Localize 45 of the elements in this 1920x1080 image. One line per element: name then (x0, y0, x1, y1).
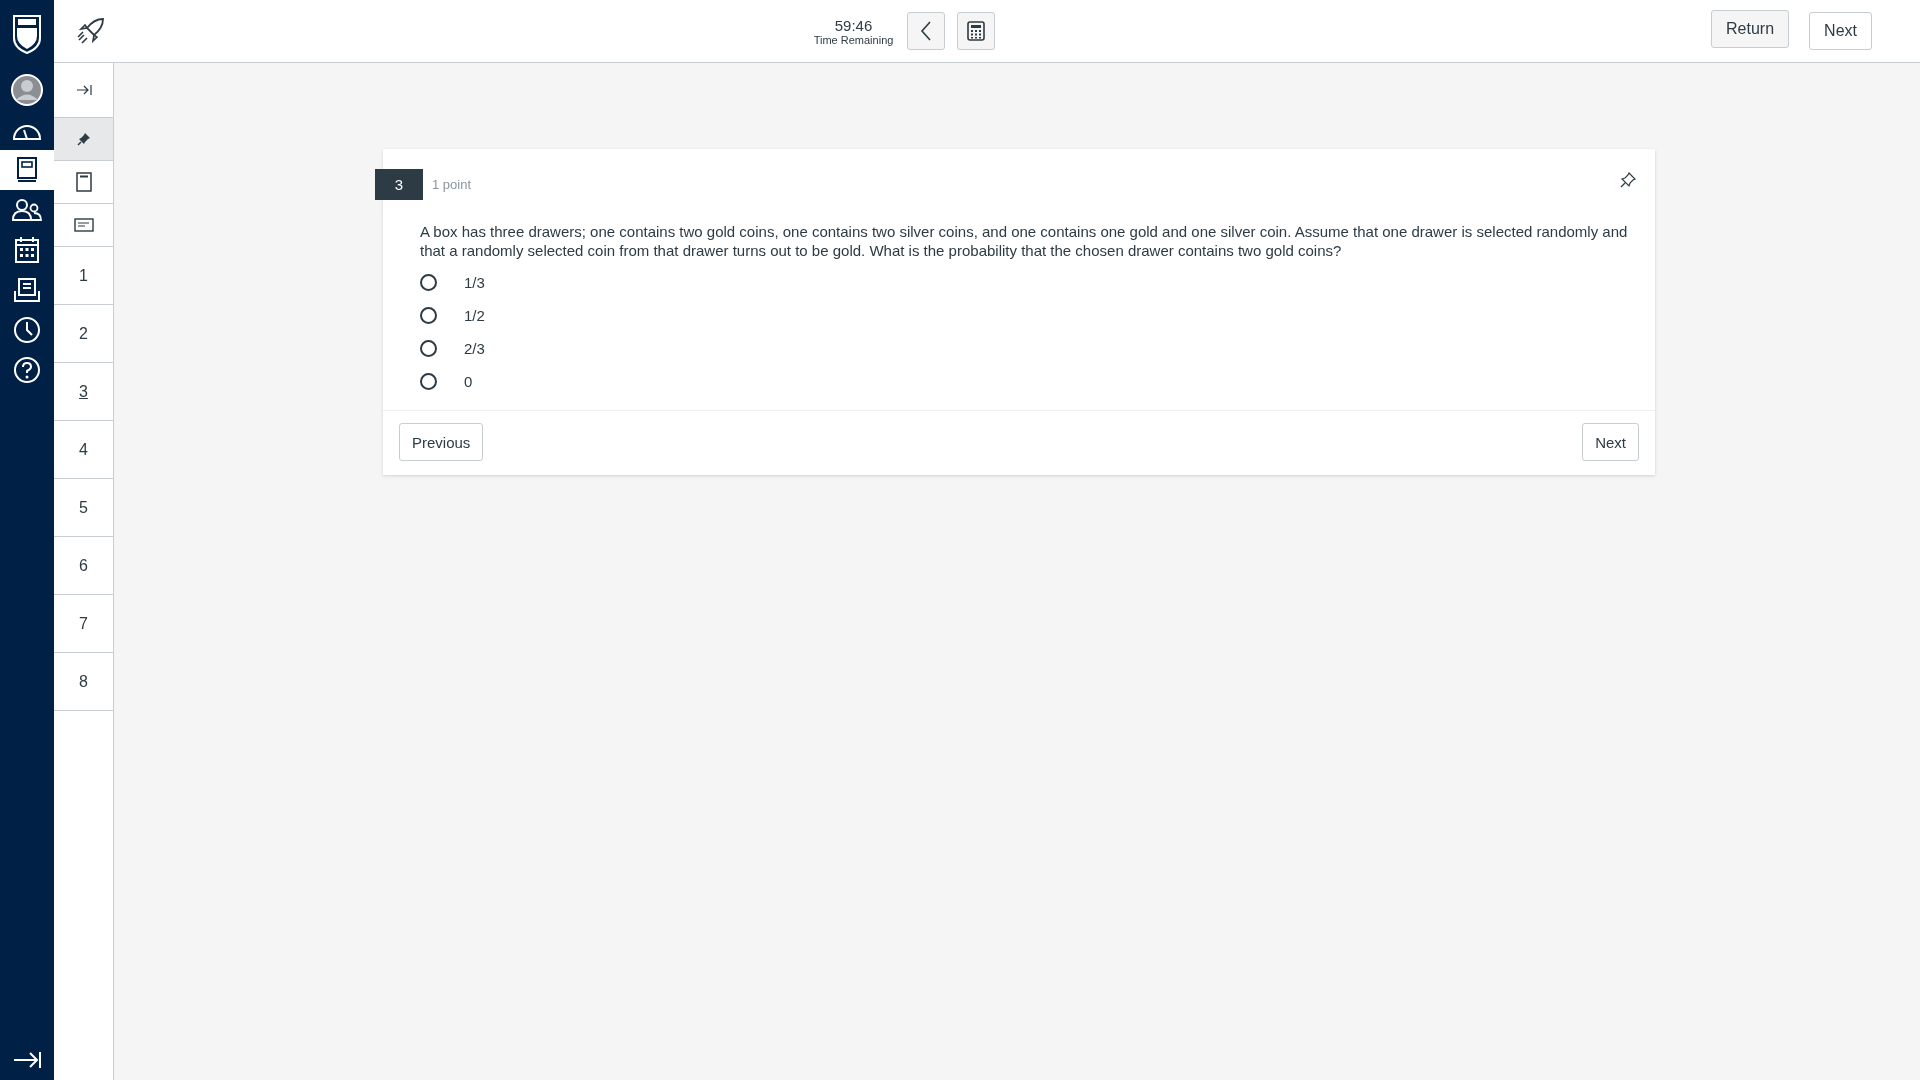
pin-icon (76, 132, 91, 146)
pin-icon[interactable] (1619, 171, 1637, 189)
previous-button[interactable]: Previous (399, 423, 484, 461)
radio-button[interactable] (420, 307, 437, 324)
people-icon (12, 198, 42, 222)
note-icon (73, 218, 94, 232)
collapse-timer-button[interactable] (907, 12, 946, 50)
chevron-left-icon (920, 21, 933, 41)
avatar-icon (10, 73, 44, 107)
answer-option[interactable]: 1/3 (464, 274, 485, 291)
calculator-button[interactable] (957, 12, 996, 50)
shield-icon (12, 14, 42, 54)
timer-value: 59:46 (834, 16, 873, 34)
help-icon (13, 356, 41, 384)
question-text: A box has three drawers; one contains two gold coins, one contains two silver coins, and one contains one gold and one silver coin. Assume that one drawer is selected randomly and that a randomly selected coin from that drawer turns out to be gold. What is the probability that the chosen drawer contains two gold coins? (420, 222, 1629, 260)
question-link[interactable]: 5 (54, 479, 113, 537)
answer-option[interactable]: 2/3 (464, 340, 485, 357)
return-button[interactable]: Return (1711, 10, 1790, 48)
question-link[interactable]: 2 (54, 305, 113, 363)
inbox-icon (13, 277, 41, 303)
radio-button[interactable] (420, 340, 437, 357)
answer-option[interactable]: 1/2 (464, 307, 485, 324)
radio-button[interactable] (420, 274, 437, 291)
points-label: 1 point (432, 177, 472, 192)
question-link[interactable]: 4 (54, 421, 113, 479)
question-number: 3 (375, 169, 423, 200)
clock-icon (13, 316, 41, 344)
rocket-icon (76, 16, 106, 46)
collapse-icon (75, 84, 92, 96)
timer-label: Time Remaining (813, 33, 894, 46)
question-link[interactable]: 3 (54, 363, 113, 421)
calculator-icon (75, 172, 92, 192)
book-icon (15, 156, 39, 184)
question-link[interactable]: 6 (54, 537, 113, 595)
radio-button[interactable] (420, 373, 437, 390)
expand-icon[interactable] (12, 1050, 42, 1070)
answer-option[interactable]: 0 (464, 373, 473, 390)
next-button[interactable]: Next (1809, 12, 1872, 50)
question-link[interactable]: 7 (54, 595, 113, 653)
nav-item[interactable] (0, 150, 54, 190)
next-button[interactable]: Next (1582, 423, 1639, 461)
question-link[interactable]: 1 (54, 247, 113, 305)
calculator-icon (967, 21, 986, 41)
calendar-icon (14, 236, 40, 264)
question-link[interactable]: 8 (54, 653, 113, 711)
